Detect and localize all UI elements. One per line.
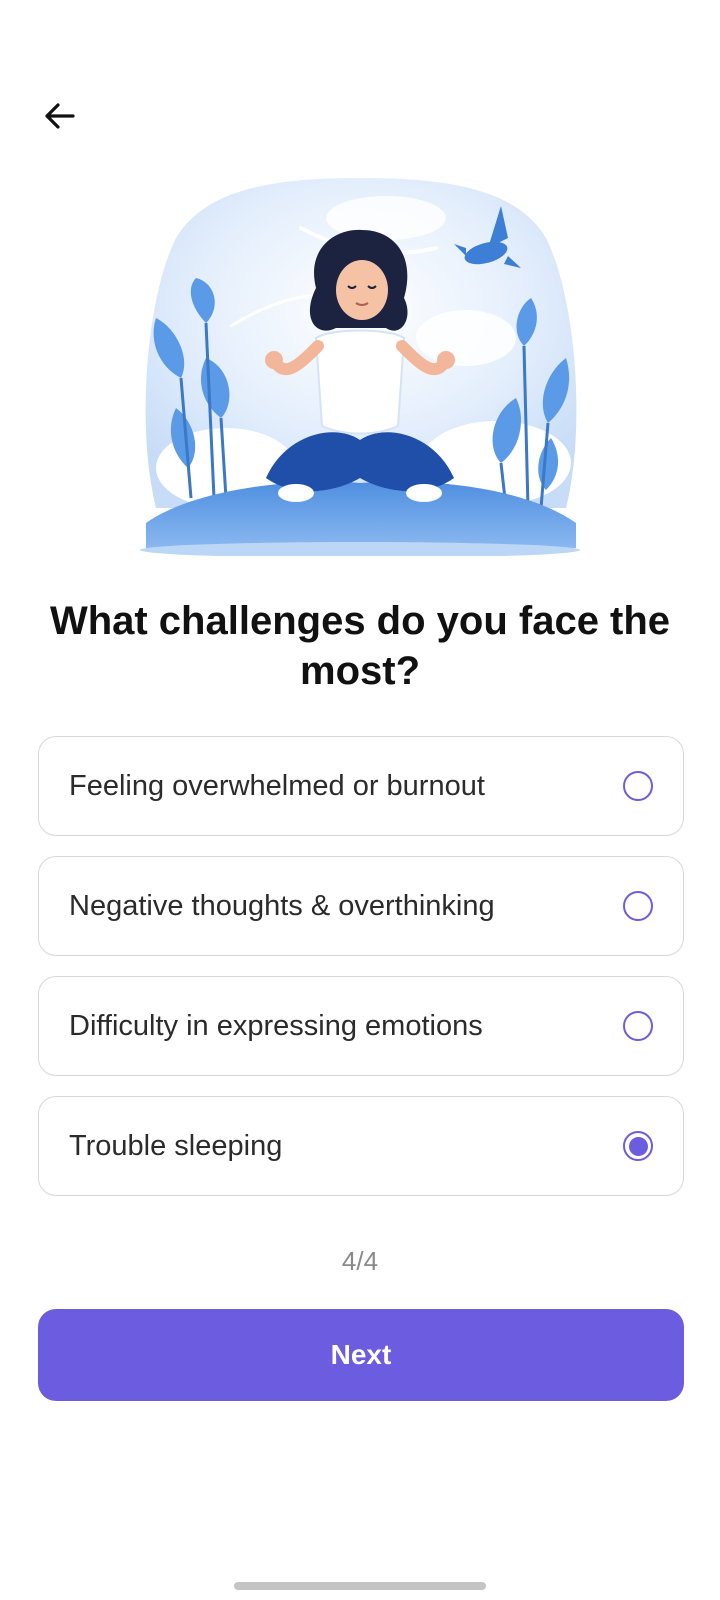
radio-button[interactable]	[623, 1011, 653, 1041]
option-negative-thoughts[interactable]: Negative thoughts & overthinking	[38, 856, 684, 956]
option-label: Trouble sleeping	[69, 1129, 283, 1162]
option-label: Feeling overwhelmed or burnout	[69, 769, 485, 802]
onboarding-screen: What challenges do you face the most? Fe…	[0, 0, 720, 1600]
question-title: What challenges do you face the most?	[49, 599, 671, 693]
step-progress: 4/4	[341, 1246, 379, 1276]
radio-button-selected[interactable]	[623, 1131, 653, 1161]
radio-button[interactable]	[623, 771, 653, 801]
home-indicator[interactable]	[234, 1582, 486, 1590]
back-button[interactable]	[36, 92, 84, 140]
next-button[interactable]: Next	[38, 1309, 684, 1401]
option-expressing-emotions[interactable]: Difficulty in expressing emotions	[38, 976, 684, 1076]
option-label: Negative thoughts & overthinking	[69, 889, 495, 922]
radio-selected-dot	[628, 1136, 648, 1156]
arrow-left-icon	[45, 103, 75, 129]
meditating-woman-illustration	[140, 178, 580, 556]
option-overwhelmed[interactable]: Feeling overwhelmed or burnout	[38, 736, 684, 836]
options-list: Feeling overwhelmed or burnout Negative …	[38, 736, 684, 1216]
radio-button[interactable]	[623, 891, 653, 921]
option-trouble-sleeping[interactable]: Trouble sleeping	[38, 1096, 684, 1196]
option-label: Difficulty in expressing emotions	[69, 1009, 483, 1042]
